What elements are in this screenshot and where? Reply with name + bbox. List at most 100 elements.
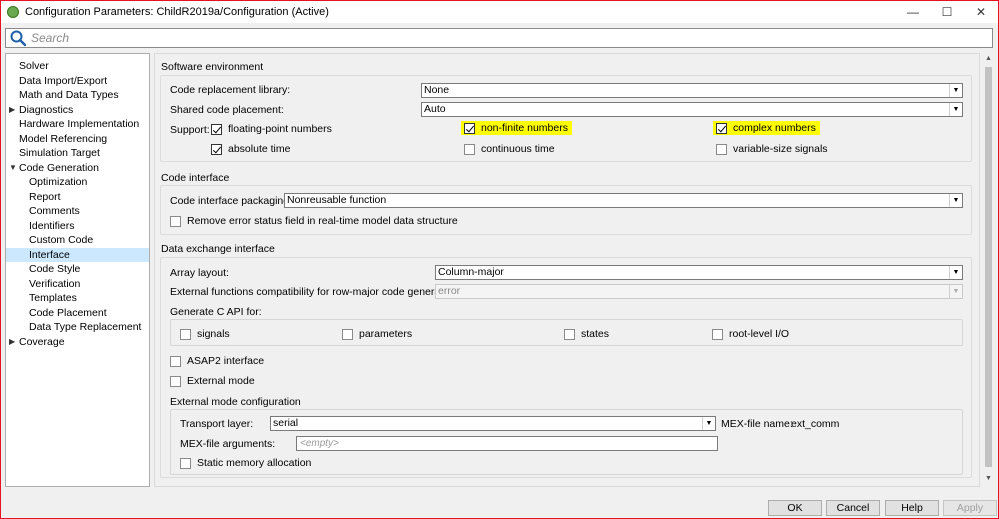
mex-args-input[interactable]: <empty> bbox=[296, 436, 718, 451]
nav-item[interactable]: Data Import/Export bbox=[6, 74, 149, 89]
nav-item-label: Hardware Implementation bbox=[19, 118, 140, 130]
c-api-states-checkbox[interactable]: states bbox=[564, 328, 609, 340]
checkbox-icon bbox=[712, 328, 723, 340]
close-icon[interactable]: ✕ bbox=[964, 1, 998, 23]
checkbox-icon bbox=[170, 215, 181, 227]
help-button[interactable]: Help bbox=[885, 500, 939, 516]
nav-item[interactable]: Solver bbox=[6, 59, 149, 74]
continuous-time-label: continuous time bbox=[481, 143, 555, 155]
data-exchange-title: Data exchange interface bbox=[161, 243, 275, 255]
nav-item[interactable]: Simulation Target bbox=[6, 146, 149, 161]
vertical-scrollbar[interactable]: ▲ ▼ bbox=[983, 53, 994, 487]
maximize-icon[interactable]: ☐ bbox=[930, 1, 964, 23]
collapsed-arrow-icon[interactable]: ▶ bbox=[9, 103, 15, 118]
c-api-root-io-label: root-level I/O bbox=[729, 328, 790, 340]
nav-item[interactable]: Model Referencing bbox=[6, 132, 149, 147]
external-mode-label: External mode bbox=[187, 375, 255, 387]
floating-point-checkbox[interactable]: floating-point numbers bbox=[211, 123, 332, 135]
variable-size-checkbox[interactable]: variable-size signals bbox=[716, 143, 828, 155]
mex-name-value: ext_comm bbox=[791, 418, 840, 430]
absolute-time-checkbox[interactable]: absolute time bbox=[211, 143, 290, 155]
c-api-signals-label: signals bbox=[197, 328, 230, 340]
nav-item[interactable]: Code Style bbox=[6, 262, 149, 277]
array-layout-dropdown[interactable]: Column-major ▼ bbox=[435, 265, 963, 280]
floating-point-label: floating-point numbers bbox=[228, 123, 332, 135]
nav-item-label: Model Referencing bbox=[19, 132, 108, 145]
non-finite-checkbox[interactable]: non-finite numbers bbox=[461, 121, 572, 135]
c-api-signals-checkbox[interactable]: signals bbox=[180, 328, 230, 340]
minimize-icon[interactable]: — bbox=[896, 1, 930, 23]
apply-button[interactable]: Apply bbox=[943, 500, 997, 516]
code-interface-group: Code interface packaging: Nonreusable fu… bbox=[160, 185, 972, 235]
remove-error-status-label: Remove error status field in real-time m… bbox=[187, 215, 458, 227]
window-controls: — ☐ ✕ bbox=[896, 1, 998, 23]
packaging-label: Code interface packaging: bbox=[170, 195, 292, 207]
ext-functions-value: error bbox=[438, 285, 461, 297]
packaging-value: Nonreusable function bbox=[287, 194, 387, 206]
remove-error-status-checkbox[interactable]: Remove error status field in real-time m… bbox=[170, 215, 458, 227]
code-interface-title: Code interface bbox=[161, 172, 230, 184]
continuous-time-checkbox[interactable]: continuous time bbox=[464, 143, 555, 155]
ext-mode-config-group: Transport layer: serial ▼ MEX-file name:… bbox=[170, 409, 963, 475]
packaging-dropdown[interactable]: Nonreusable function ▼ bbox=[284, 193, 963, 208]
title-bar: Configuration Parameters: ChildR2019a/Co… bbox=[1, 1, 998, 23]
collapsed-arrow-icon[interactable]: ▶ bbox=[9, 335, 15, 350]
asap2-checkbox[interactable]: ASAP2 interface bbox=[170, 355, 264, 367]
ext-functions-label: External functions compatibility for row… bbox=[170, 286, 461, 298]
mex-name-label: MEX-file name: bbox=[721, 418, 793, 430]
checkbox-icon bbox=[170, 375, 181, 387]
scroll-thumb[interactable] bbox=[985, 67, 992, 467]
external-mode-checkbox[interactable]: External mode bbox=[170, 375, 255, 387]
nav-item[interactable]: ▶ Diagnostics bbox=[6, 103, 149, 118]
nav-item[interactable]: Comments bbox=[6, 204, 149, 219]
nav-item[interactable]: Identifiers bbox=[6, 219, 149, 234]
nav-item-label: Custom Code bbox=[29, 234, 94, 246]
nav-item[interactable]: Code Placement bbox=[6, 306, 149, 321]
expanded-arrow-icon[interactable]: ▼ bbox=[9, 161, 17, 176]
nav-item-label: Diagnostics bbox=[19, 103, 74, 116]
nav-item-label: Simulation Target bbox=[19, 147, 100, 159]
scroll-down-icon[interactable]: ▼ bbox=[984, 475, 993, 485]
c-api-root-io-checkbox[interactable]: root-level I/O bbox=[712, 328, 789, 340]
nav-item-label: Coverage bbox=[19, 335, 65, 348]
c-api-parameters-checkbox[interactable]: parameters bbox=[342, 328, 412, 340]
cancel-button[interactable]: Cancel bbox=[826, 500, 880, 516]
nav-item[interactable]: ▼ Code Generation bbox=[6, 161, 149, 176]
shared-code-dropdown[interactable]: Auto ▼ bbox=[421, 102, 963, 117]
scroll-up-icon[interactable]: ▲ bbox=[984, 55, 993, 65]
non-finite-label: non-finite numbers bbox=[481, 122, 568, 134]
checkbox-icon bbox=[180, 457, 191, 469]
category-tree: Solver Data Import/Export Math and Data Ty… bbox=[5, 53, 150, 487]
nav-item-label: Math and Data Types bbox=[19, 89, 119, 101]
nav-item[interactable]: Math and Data Types bbox=[6, 88, 149, 103]
transport-label: Transport layer: bbox=[180, 418, 254, 430]
code-replacement-value: None bbox=[424, 84, 450, 96]
chevron-down-icon: ▼ bbox=[949, 84, 962, 97]
nav-item[interactable]: ▶ Coverage bbox=[6, 335, 149, 350]
nav-item[interactable]: Verification bbox=[6, 277, 149, 292]
c-api-group: signals parameters states root-level I/O bbox=[170, 319, 963, 346]
nav-item[interactable]: Report bbox=[6, 190, 149, 205]
transport-dropdown[interactable]: serial ▼ bbox=[270, 416, 716, 431]
ok-button[interactable]: OK bbox=[768, 500, 822, 516]
variable-size-label: variable-size signals bbox=[733, 143, 828, 155]
array-layout-label: Array layout: bbox=[170, 267, 229, 279]
nav-item[interactable]: Data Type Replacement bbox=[6, 320, 149, 335]
c-api-label: Generate C API for: bbox=[170, 306, 262, 318]
nav-item-label: Code Placement bbox=[29, 306, 107, 319]
code-replacement-dropdown[interactable]: None ▼ bbox=[421, 83, 963, 98]
data-exchange-group: Array layout: Column-major ▼ External fu… bbox=[160, 257, 972, 478]
search-input[interactable]: Search bbox=[5, 28, 993, 48]
search-placeholder: Search bbox=[31, 31, 70, 45]
nav-item[interactable]: Hardware Implementation bbox=[6, 117, 149, 132]
nav-item-label: Report bbox=[29, 190, 61, 203]
nav-item-label: Templates bbox=[29, 292, 77, 304]
nav-item[interactable]: Custom Code bbox=[6, 233, 149, 248]
nav-item-label: Data Import/Export bbox=[19, 74, 108, 87]
nav-item[interactable]: Templates bbox=[6, 291, 149, 306]
nav-item[interactable]: Interface bbox=[6, 247, 149, 262]
c-api-states-label: states bbox=[581, 328, 610, 340]
complex-numbers-checkbox[interactable]: complex numbers bbox=[713, 121, 820, 135]
static-memory-checkbox[interactable]: Static memory allocation bbox=[180, 457, 311, 469]
nav-item[interactable]: Optimization bbox=[6, 175, 149, 190]
